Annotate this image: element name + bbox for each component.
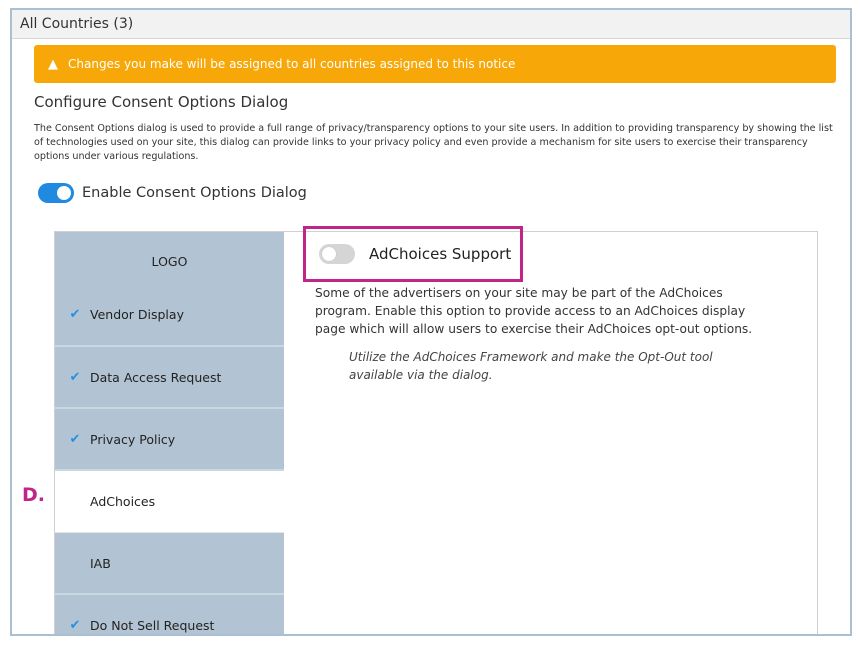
nav-item-label: Data Access Request: [90, 369, 222, 385]
nav-item-label: Privacy Policy: [90, 431, 176, 447]
nav-item-vendor-display[interactable]: ✔ Vendor Display: [55, 284, 284, 347]
adchoices-description: Some of the advertisers on your site may…: [315, 286, 753, 336]
options-nav: LOGO ✔ Vendor Display ✔ Data Access Requ…: [55, 232, 284, 634]
toggle-knob: [322, 247, 336, 261]
enable-consent-row: Enable Consent Options Dialog: [38, 183, 307, 203]
nav-item-label: LOGO: [151, 253, 188, 269]
warning-banner: ▲ Changes you make will be assigned to al…: [34, 45, 836, 83]
enable-consent-toggle[interactable]: [38, 183, 74, 203]
nav-item-data-access-request[interactable]: ✔ Data Access Request: [55, 347, 284, 409]
nav-item-logo[interactable]: LOGO: [55, 232, 284, 292]
adchoices-toggle[interactable]: [319, 244, 355, 264]
checkmark-icon: ✔: [69, 431, 81, 447]
step-marker: D.: [22, 484, 45, 506]
enable-consent-label: Enable Consent Options Dialog: [82, 185, 307, 201]
nav-item-iab[interactable]: IAB: [55, 533, 284, 595]
warning-text: Changes you make will be assigned to all…: [68, 57, 516, 71]
nav-item-label: Do Not Sell Request: [90, 617, 215, 633]
adchoices-label: AdChoices Support: [369, 245, 512, 263]
adchoices-note: Utilize the AdChoices Framework and make…: [349, 350, 713, 382]
nav-item-label: IAB: [90, 555, 111, 571]
toggle-knob: [57, 186, 71, 200]
checkmark-icon: ✔: [69, 617, 81, 633]
countries-header: All Countries (3): [12, 10, 850, 39]
checkmark-icon: ✔: [69, 369, 81, 385]
section-title: Configure Consent Options Dialog: [34, 93, 289, 111]
warning-icon: ▲: [48, 57, 58, 72]
options-panel: LOGO ✔ Vendor Display ✔ Data Access Requ…: [54, 226, 818, 634]
nav-item-adchoices[interactable]: AdChoices: [55, 471, 284, 533]
adchoices-toggle-row: AdChoices Support: [319, 244, 511, 264]
nav-item-privacy-policy[interactable]: ✔ Privacy Policy: [55, 409, 284, 471]
nav-item-label: AdChoices: [90, 494, 156, 509]
section-description: The Consent Options dialog is used to pr…: [34, 123, 833, 162]
settings-frame: All Countries (3) ▲ Changes you make will…: [10, 8, 852, 636]
nav-item-label: Vendor Display: [90, 307, 184, 322]
nav-item-do-not-sell-request[interactable]: ✔ Do Not Sell Request: [55, 595, 284, 634]
checkmark-icon: ✔: [69, 307, 81, 322]
